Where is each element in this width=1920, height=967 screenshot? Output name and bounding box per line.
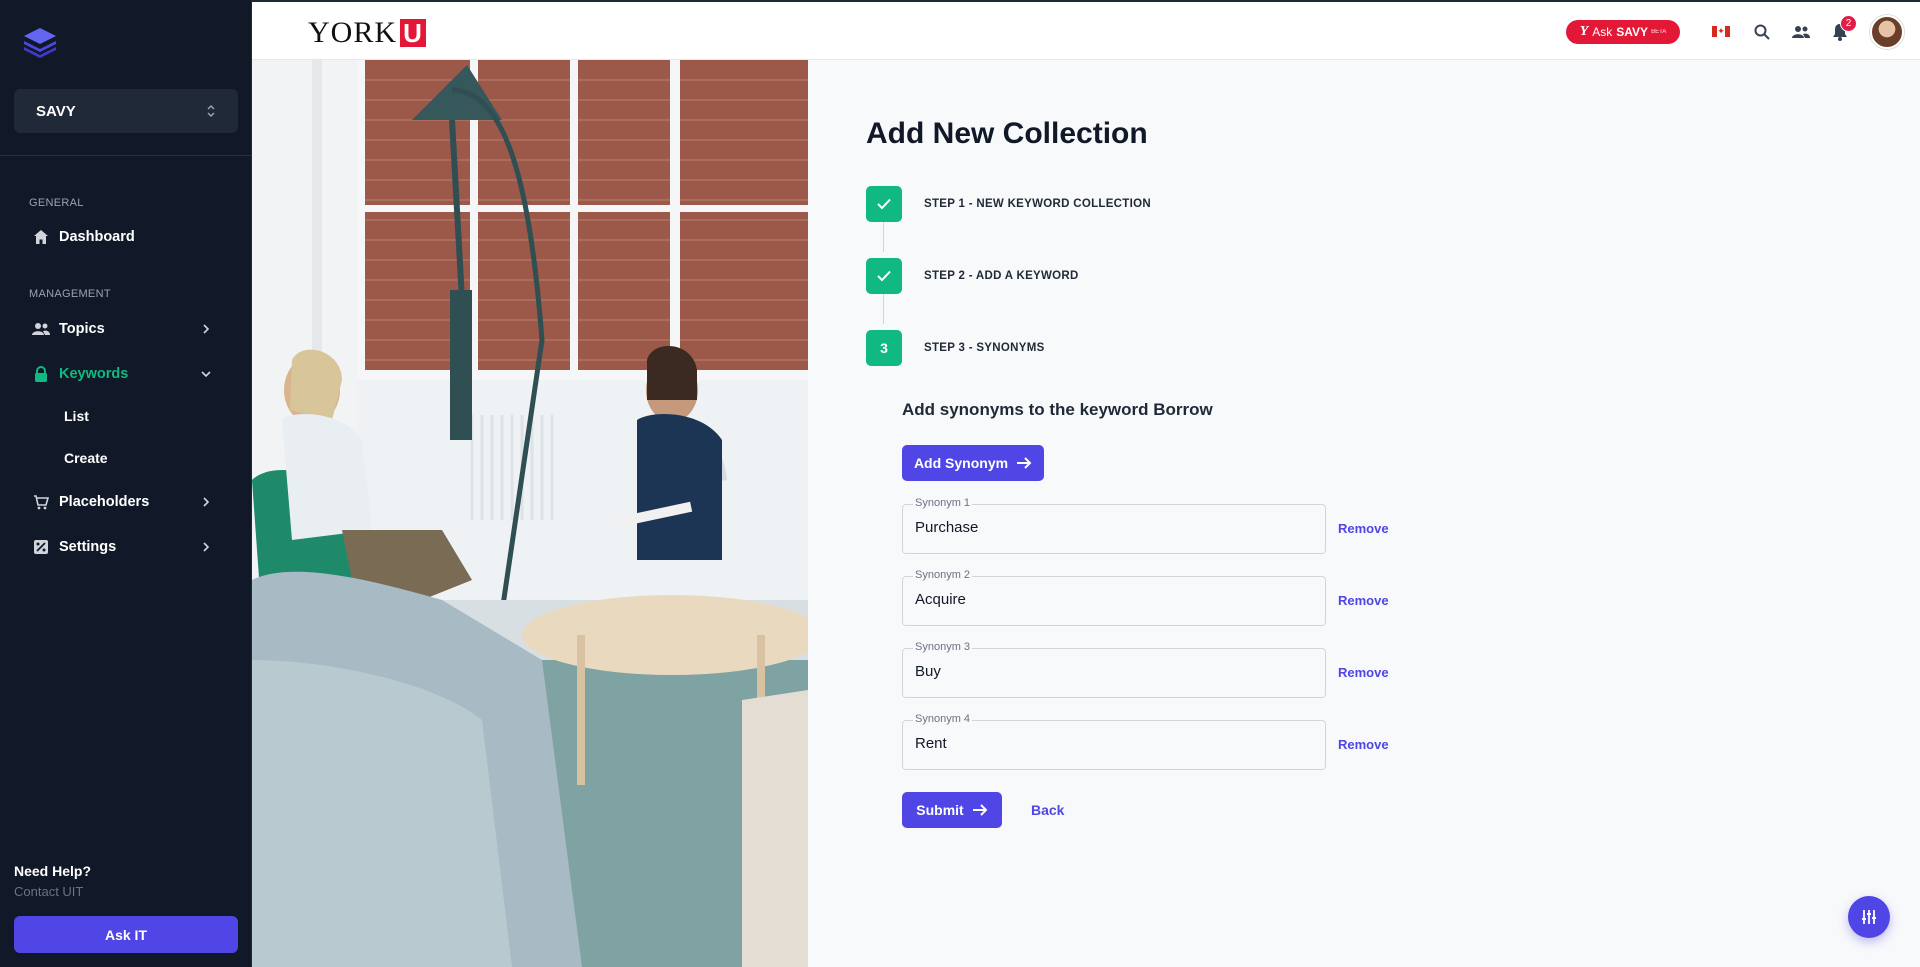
sidebar-item-label: Topics: [59, 321, 105, 337]
synonym-field-label: Synonym 1: [913, 497, 973, 509]
top-navigation-bar: YORK U Y Ask SAVY BETA ✦ 2: [252, 0, 1920, 60]
sidebar-item-dashboard[interactable]: Dashboard: [32, 222, 222, 252]
remove-synonym-button[interactable]: Remove: [1338, 665, 1389, 680]
sidebar-item-label: Settings: [59, 539, 117, 555]
step-2: STEP 2 - ADD A KEYWORD: [866, 258, 1079, 294]
synonym-input[interactable]: [915, 663, 1305, 680]
ask-savy-button[interactable]: Y Ask SAVY BETA: [1566, 20, 1680, 44]
button-label: Submit: [916, 802, 964, 818]
page-title: Add New Collection: [866, 117, 1148, 150]
synonyms-heading: Add synonyms to the keyword Borrow: [902, 400, 1213, 419]
add-synonym-button[interactable]: Add Synonym: [902, 445, 1044, 481]
chevron-down-icon: [198, 366, 214, 382]
ask-savy-prefix: Ask: [1592, 25, 1613, 39]
organization-selector[interactable]: SAVY: [14, 89, 238, 133]
sidebar-item-topics[interactable]: Topics: [32, 314, 222, 344]
step-label: STEP 3 - SYNONYMS: [924, 342, 1045, 354]
step-number: 3: [866, 330, 902, 366]
step-complete-check-icon: [866, 186, 902, 222]
step-1: STEP 1 - NEW KEYWORD COLLECTION: [866, 186, 1151, 222]
step-connector: [883, 222, 884, 252]
notification-badge: 2: [1840, 15, 1857, 32]
brand-mark: U: [400, 18, 427, 48]
lock-icon: [32, 365, 50, 383]
selector-chevron-icon: [206, 104, 216, 118]
sidebar-item-label: Keywords: [59, 366, 129, 382]
synonym-field-label: Synonym 3: [913, 641, 973, 653]
main-content: Add New Collection STEP 1 - NEW KEYWORD …: [808, 60, 1920, 967]
remove-synonym-button[interactable]: Remove: [1338, 521, 1389, 536]
sidebar-item-settings[interactable]: Settings: [32, 532, 222, 562]
button-label: Add Synonym: [913, 455, 1009, 471]
help-contact-link[interactable]: Contact UIT: [14, 884, 83, 899]
submit-button[interactable]: Submit: [902, 792, 1002, 828]
synonym-input[interactable]: [915, 519, 1305, 536]
section-label-management: MANAGEMENT: [29, 288, 111, 300]
help-title: Need Help?: [14, 863, 92, 879]
users-icon: [32, 320, 50, 338]
section-label-general: GENERAL: [29, 197, 84, 209]
arrow-right-icon: [972, 804, 988, 816]
search-icon[interactable]: [1752, 22, 1772, 42]
ask-savy-name: SAVY: [1616, 25, 1649, 39]
remove-synonym-button[interactable]: Remove: [1338, 593, 1389, 608]
york-university-logo[interactable]: YORK U: [308, 16, 427, 50]
synonym-input[interactable]: [915, 591, 1305, 608]
synonym-field-label: Synonym 2: [913, 569, 973, 581]
settings-icon: [32, 538, 50, 556]
home-icon: [32, 228, 50, 246]
chevron-right-icon: [198, 321, 214, 337]
chevron-right-icon: [198, 494, 214, 510]
chevron-right-icon: [198, 539, 214, 555]
sidebar: SAVY GENERAL Dashboard MANAGEMENT Topics…: [0, 0, 252, 967]
synonym-field[interactable]: Synonym 2: [902, 569, 1326, 626]
sidebar-subitem-create[interactable]: Create: [64, 450, 108, 466]
sidebar-item-keywords[interactable]: Keywords: [32, 359, 222, 389]
contacts-icon[interactable]: [1791, 22, 1811, 42]
step-label: STEP 1 - NEW KEYWORD COLLECTION: [924, 198, 1151, 210]
step-complete-check-icon: [866, 258, 902, 294]
sidebar-item-label: Dashboard: [59, 229, 135, 245]
synonym-field[interactable]: Synonym 3: [902, 641, 1326, 698]
synonym-field[interactable]: Synonym 1: [902, 497, 1326, 554]
synonym-input[interactable]: [915, 735, 1305, 752]
step-connector: [883, 294, 884, 324]
back-link[interactable]: Back: [1031, 802, 1064, 818]
canada-flag-icon[interactable]: ✦: [1712, 26, 1730, 37]
sidebar-divider: [0, 155, 252, 156]
sidebar-item-placeholders[interactable]: Placeholders: [32, 487, 222, 517]
step-3: 3 STEP 3 - SYNONYMS: [866, 330, 1045, 366]
settings-fab-button[interactable]: [1848, 896, 1890, 938]
sliders-icon: [1862, 910, 1876, 924]
arrow-right-icon: [1017, 457, 1032, 469]
sidebar-item-label: Placeholders: [59, 494, 150, 510]
user-avatar[interactable]: [1870, 15, 1904, 49]
remove-synonym-button[interactable]: Remove: [1338, 737, 1389, 752]
organization-name: SAVY: [36, 102, 76, 120]
brand-text: YORK: [308, 16, 398, 49]
synonym-field-label: Synonym 4: [913, 713, 973, 725]
ask-savy-tag: BETA: [1651, 29, 1667, 35]
step-label: STEP 2 - ADD A KEYWORD: [924, 270, 1079, 282]
ask-it-button[interactable]: Ask IT: [14, 916, 238, 953]
office-photo: [252, 60, 808, 967]
app-logo-icon[interactable]: [20, 24, 60, 60]
synonym-field[interactable]: Synonym 4: [902, 713, 1326, 770]
sidebar-subitem-list[interactable]: List: [64, 408, 89, 424]
savy-icon: Y: [1579, 24, 1589, 39]
cart-icon: [32, 493, 50, 511]
